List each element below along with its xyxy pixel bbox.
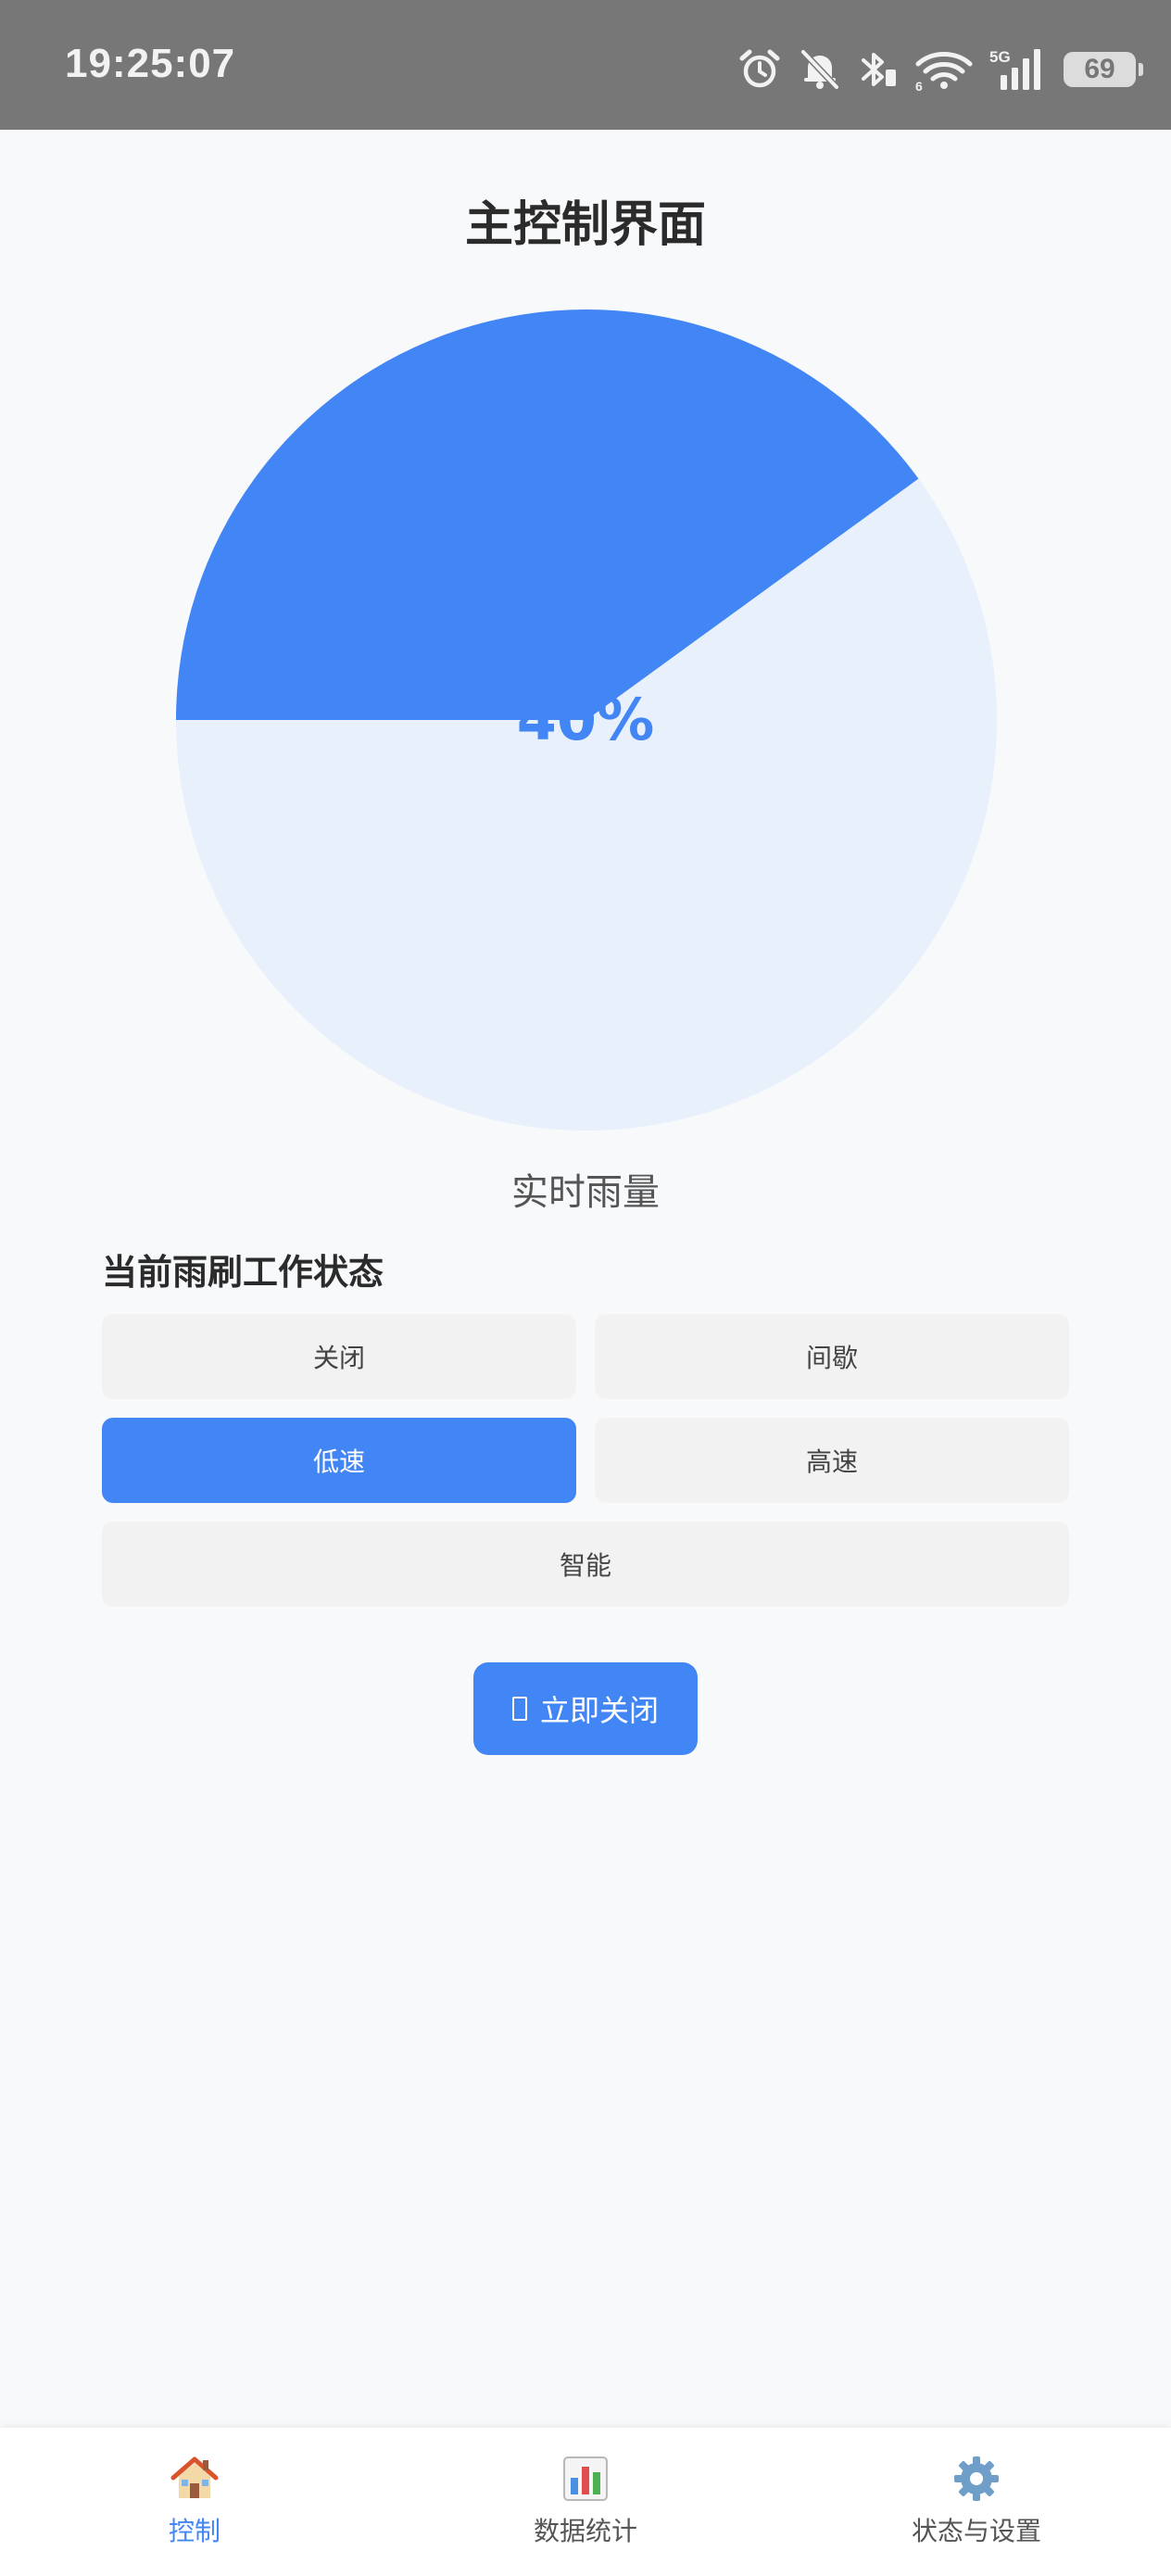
mode-label: 关闭 bbox=[312, 1343, 365, 1373]
wifi-icon: 6 bbox=[915, 47, 973, 92]
nav-label: 状态与设置 bbox=[911, 2516, 1041, 2546]
clock: 19:25:07 bbox=[65, 41, 236, 86]
mode-button-low[interactable]: 低速 bbox=[102, 1418, 576, 1503]
bell-muted-icon bbox=[799, 47, 841, 92]
mode-button-interval[interactable]: 间歇 bbox=[595, 1314, 1069, 1399]
missing-glyph-icon bbox=[511, 1697, 527, 1721]
page-title: 主控制界面 bbox=[464, 197, 706, 253]
mode-label: 智能 bbox=[559, 1550, 611, 1581]
battery-level: 69 bbox=[1084, 54, 1115, 84]
nav-label: 数据统计 bbox=[533, 2516, 637, 2546]
network-type: 5G bbox=[989, 48, 1011, 66]
bottom-nav: 控制 数据统计 状态与设置 bbox=[0, 2428, 1171, 2576]
gear-icon bbox=[837, 2454, 1115, 2504]
nav-item-stats[interactable]: 数据统计 bbox=[447, 2428, 724, 2576]
house-icon bbox=[56, 2454, 334, 2504]
nav-item-control[interactable]: 控制 bbox=[56, 2428, 334, 2576]
bluetooth-icon bbox=[858, 47, 899, 92]
mode-label: 间歇 bbox=[805, 1343, 858, 1373]
battery-icon: 69 bbox=[1064, 52, 1143, 87]
alarm-icon bbox=[737, 47, 782, 92]
status-icons: 6 5G 69 bbox=[737, 39, 1143, 100]
mode-label: 低速 bbox=[312, 1446, 365, 1477]
nav-item-settings[interactable]: 状态与设置 bbox=[837, 2428, 1115, 2576]
gauge-caption: 实时雨量 bbox=[511, 1171, 660, 1214]
nav-label: 控制 bbox=[168, 2516, 220, 2546]
gauge-value-label: 40% bbox=[516, 686, 655, 753]
mode-button-smart[interactable]: 智能 bbox=[102, 1522, 1069, 1607]
wiper-section-title: 当前雨刷工作状态 bbox=[102, 1252, 384, 1293]
mode-button-off[interactable]: 关闭 bbox=[102, 1314, 576, 1399]
mode-label: 高速 bbox=[805, 1446, 858, 1477]
status-bar: 19:25:07 6 5G 69 bbox=[0, 0, 1171, 130]
stop-now-button[interactable]: 立即关闭 bbox=[473, 1662, 698, 1755]
stop-now-label: 立即关闭 bbox=[539, 1693, 659, 1728]
mode-button-high[interactable]: 高速 bbox=[595, 1418, 1069, 1503]
cellular-signal-icon: 5G bbox=[989, 47, 1047, 92]
wifi-badge: 6 bbox=[915, 79, 923, 92]
bar-chart-icon bbox=[447, 2454, 724, 2504]
